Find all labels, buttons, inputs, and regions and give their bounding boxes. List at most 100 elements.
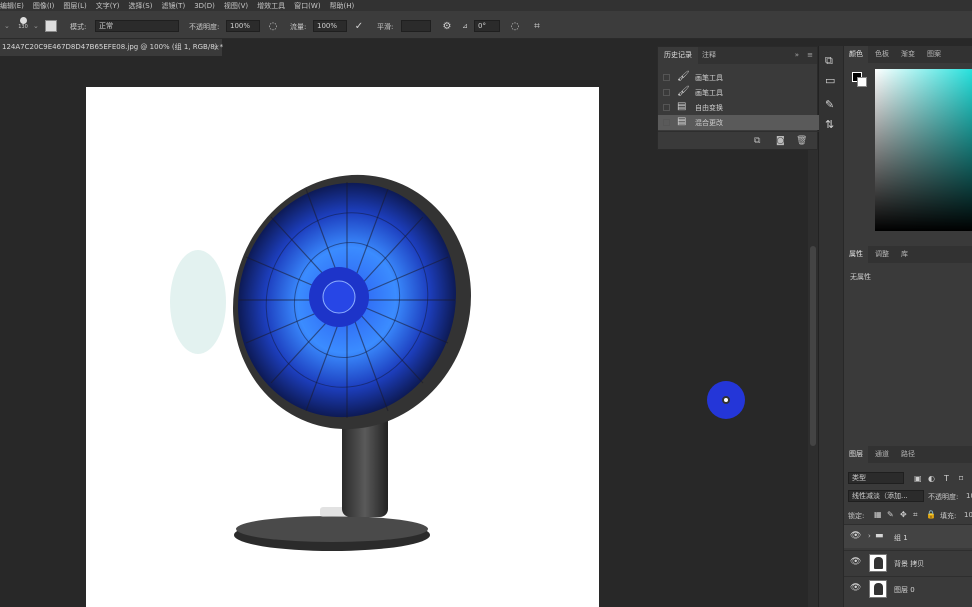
lock-transparent-icon[interactable]: ▦ [874, 510, 882, 519]
layer-row[interactable]: 👁 背景 拷贝 [844, 550, 972, 574]
tab-notes[interactable]: 注释 [696, 47, 722, 64]
panel-menu-icon[interactable]: ≡ [807, 51, 813, 59]
menu-type[interactable]: 文字(Y) [96, 1, 120, 11]
history-item[interactable]: 🖌 画笔工具 [658, 85, 819, 100]
tab-channels[interactable]: 通道 [870, 446, 894, 463]
pressure-size-icon[interactable]: ◌ [508, 19, 522, 33]
pressure-opacity-icon[interactable]: ◌ [266, 19, 280, 33]
history-item[interactable]: 🖌 画笔工具 [658, 70, 819, 85]
airbrush-icon[interactable]: ✓ [352, 19, 366, 33]
shape-filter-icon[interactable]: ⌑ [959, 474, 963, 483]
layers-panel-tabs: 图层 通道 路径 [844, 446, 972, 463]
menu-edit[interactable]: 编辑(E) [0, 1, 24, 11]
scroll-thumb[interactable] [810, 246, 816, 446]
tab-gradients[interactable]: 渐变 [896, 46, 920, 63]
history-checkbox[interactable] [663, 89, 670, 96]
layer-fill-value[interactable]: 10 [964, 511, 972, 519]
new-document-from-state-icon[interactable]: ⧉ [754, 136, 760, 146]
panel-dock-strip: ⧉ ▭ ✎ ⇅ [818, 46, 843, 607]
flow-input[interactable]: 100% [313, 20, 347, 32]
fill-label: 填充: [940, 512, 957, 520]
history-checkbox[interactable] [663, 119, 670, 126]
pixel-filter-icon[interactable]: ▣ [914, 474, 922, 483]
eye-icon[interactable]: 👁 [850, 531, 861, 541]
tab-layers[interactable]: 图层 [844, 446, 868, 463]
symmetry-icon[interactable]: ⌗ [530, 19, 544, 33]
eye-icon[interactable]: 👁 [850, 583, 861, 593]
tab-color[interactable]: 颜色 [844, 46, 868, 63]
menu-view[interactable]: 视图(V) [224, 1, 248, 11]
document-icon: ▤ [677, 101, 687, 112]
menu-select[interactable]: 选择(S) [129, 1, 153, 11]
brush-settings-icon[interactable] [45, 20, 57, 32]
history-item-selected[interactable]: ▤ 混合更改 [658, 115, 819, 130]
smoothing-label: 平滑: [377, 23, 394, 31]
adjustments-icon[interactable]: ⇅ [825, 118, 834, 131]
menu-help[interactable]: 帮助(H) [330, 1, 355, 11]
menu-filter[interactable]: 滤镜(T) [161, 1, 185, 11]
properties-panel-tabs: 属性 调整 库 [844, 246, 972, 263]
tab-libraries[interactable]: 库 [896, 246, 913, 263]
color-picker-field[interactable] [875, 69, 972, 231]
history-icon[interactable]: ⧉ [825, 54, 833, 68]
menu-layer[interactable]: 图层(L) [63, 1, 86, 11]
document-canvas[interactable] [86, 87, 599, 607]
comment-icon[interactable]: ▭ [825, 74, 835, 87]
angle-input[interactable]: 0° [474, 20, 500, 32]
adjustment-filter-icon[interactable]: ◐ [928, 474, 935, 483]
mode-select[interactable]: 正常 [95, 20, 179, 32]
options-bar: ⌄ 130 ⌄ 模式: 正常 不透明度: 100% ◌ 流量: 100% ✓ 平… [0, 11, 972, 39]
smoothing-input[interactable] [401, 20, 431, 32]
history-checkbox[interactable] [663, 74, 670, 81]
gear-icon[interactable]: ⚙ [440, 19, 454, 33]
history-checkbox[interactable] [663, 104, 670, 111]
tab-paths[interactable]: 路径 [896, 446, 920, 463]
menu-3d[interactable]: 3D(D) [194, 2, 215, 10]
layer-name: 图层 0 [894, 586, 915, 594]
menu-image[interactable]: 图像(I) [33, 1, 55, 11]
history-item[interactable]: ▤ 自由变换 [658, 100, 819, 115]
fan-image [170, 174, 471, 551]
brush-preset-picker[interactable]: 130 [16, 16, 30, 36]
tab-history[interactable]: 历史记录 [658, 47, 698, 64]
close-icon[interactable]: × [213, 39, 220, 56]
background-color-swatch[interactable] [857, 77, 867, 87]
chevron-right-icon[interactable]: › [868, 532, 871, 540]
brush-stroke [170, 250, 226, 354]
lock-artboard-icon[interactable]: ⌗ [913, 510, 918, 520]
layer-opacity-value[interactable]: 10 [966, 492, 972, 500]
document-tab[interactable]: 124A7C20C9E467D8D47B65EFE08.jpg @ 100% (… [0, 39, 223, 56]
trash-icon[interactable]: 🗑 [796, 136, 807, 146]
collapse-icon[interactable]: » [795, 51, 799, 59]
history-item-label: 画笔工具 [695, 74, 723, 82]
brush-settings-panel-icon[interactable]: ✎ [825, 98, 834, 111]
chevron-down-icon[interactable]: ⌄ [33, 22, 39, 30]
camera-icon[interactable]: ◙ [776, 136, 785, 146]
layer-filter-select[interactable]: 类型 [848, 472, 904, 484]
brush-tip-icon [19, 17, 27, 24]
opacity-input[interactable]: 100% [226, 20, 260, 32]
no-properties-text: 无属性 [850, 273, 871, 281]
tab-adjustments[interactable]: 调整 [870, 246, 894, 263]
blend-mode-select[interactable]: 线性减淡（添加... [848, 490, 924, 502]
layer-name: 背景 拷贝 [894, 560, 925, 568]
layer-row[interactable]: 👁 图层 0 [844, 576, 972, 600]
document-icon: ▤ [677, 116, 687, 127]
tab-properties[interactable]: 属性 [844, 246, 868, 263]
lock-position-icon[interactable]: ✥ [900, 510, 907, 519]
tab-patterns[interactable]: 图案 [922, 46, 946, 63]
lock-all-icon[interactable]: 🔒 [926, 510, 936, 519]
tab-swatches[interactable]: 色板 [870, 46, 894, 63]
layer-row-group[interactable]: 👁 › ▬ 组 1 [844, 524, 972, 548]
tool-arrow-icon[interactable]: ⌄ [4, 22, 10, 30]
type-filter-icon[interactable]: T [944, 474, 949, 483]
menu-window[interactable]: 窗口(W) [294, 1, 320, 11]
opacity-label: 不透明度: [928, 493, 959, 501]
menu-bar: 编辑(E) 图像(I) 图层(L) 文字(Y) 选择(S) 滤镜(T) 3D(D… [0, 0, 972, 11]
lock-image-icon[interactable]: ✎ [887, 510, 894, 519]
menu-plugins[interactable]: 增效工具 [257, 1, 285, 11]
history-item-label: 画笔工具 [695, 89, 723, 97]
eye-icon[interactable]: 👁 [850, 557, 861, 567]
flow-label: 流量: [290, 23, 307, 31]
folder-icon: ▬ [875, 531, 884, 541]
